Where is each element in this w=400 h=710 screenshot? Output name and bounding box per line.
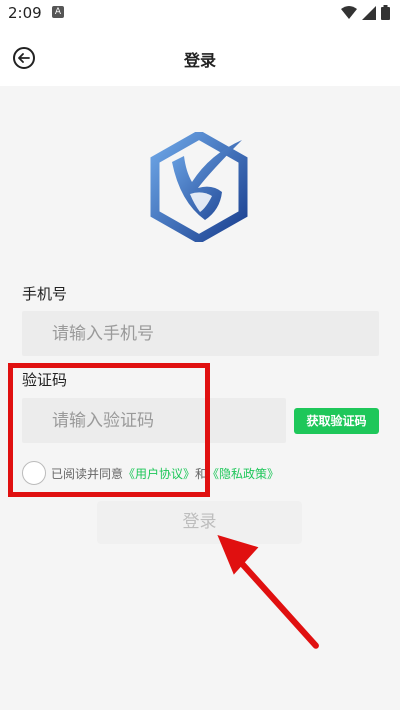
app-logo — [150, 132, 248, 242]
highlight-box — [8, 363, 210, 497]
app-notification-icon: A — [52, 6, 64, 18]
phone-label: 手机号 — [22, 285, 68, 303]
privacy-policy-link[interactable]: 《隐私政策》 — [207, 465, 279, 482]
get-code-button[interactable]: 获取验证码 — [294, 408, 379, 434]
red-arrow-annotation — [217, 534, 319, 649]
status-bar: 2:09 A — [0, 0, 400, 28]
wifi-icon — [341, 5, 357, 19]
status-icons — [341, 5, 390, 20]
signal-icon — [362, 5, 376, 20]
phone-input[interactable] — [22, 311, 379, 356]
app-bar: 登录 — [0, 28, 400, 86]
page-title: 登录 — [183, 51, 216, 70]
battery-icon — [381, 5, 390, 20]
status-time: 2:09 — [8, 4, 42, 22]
